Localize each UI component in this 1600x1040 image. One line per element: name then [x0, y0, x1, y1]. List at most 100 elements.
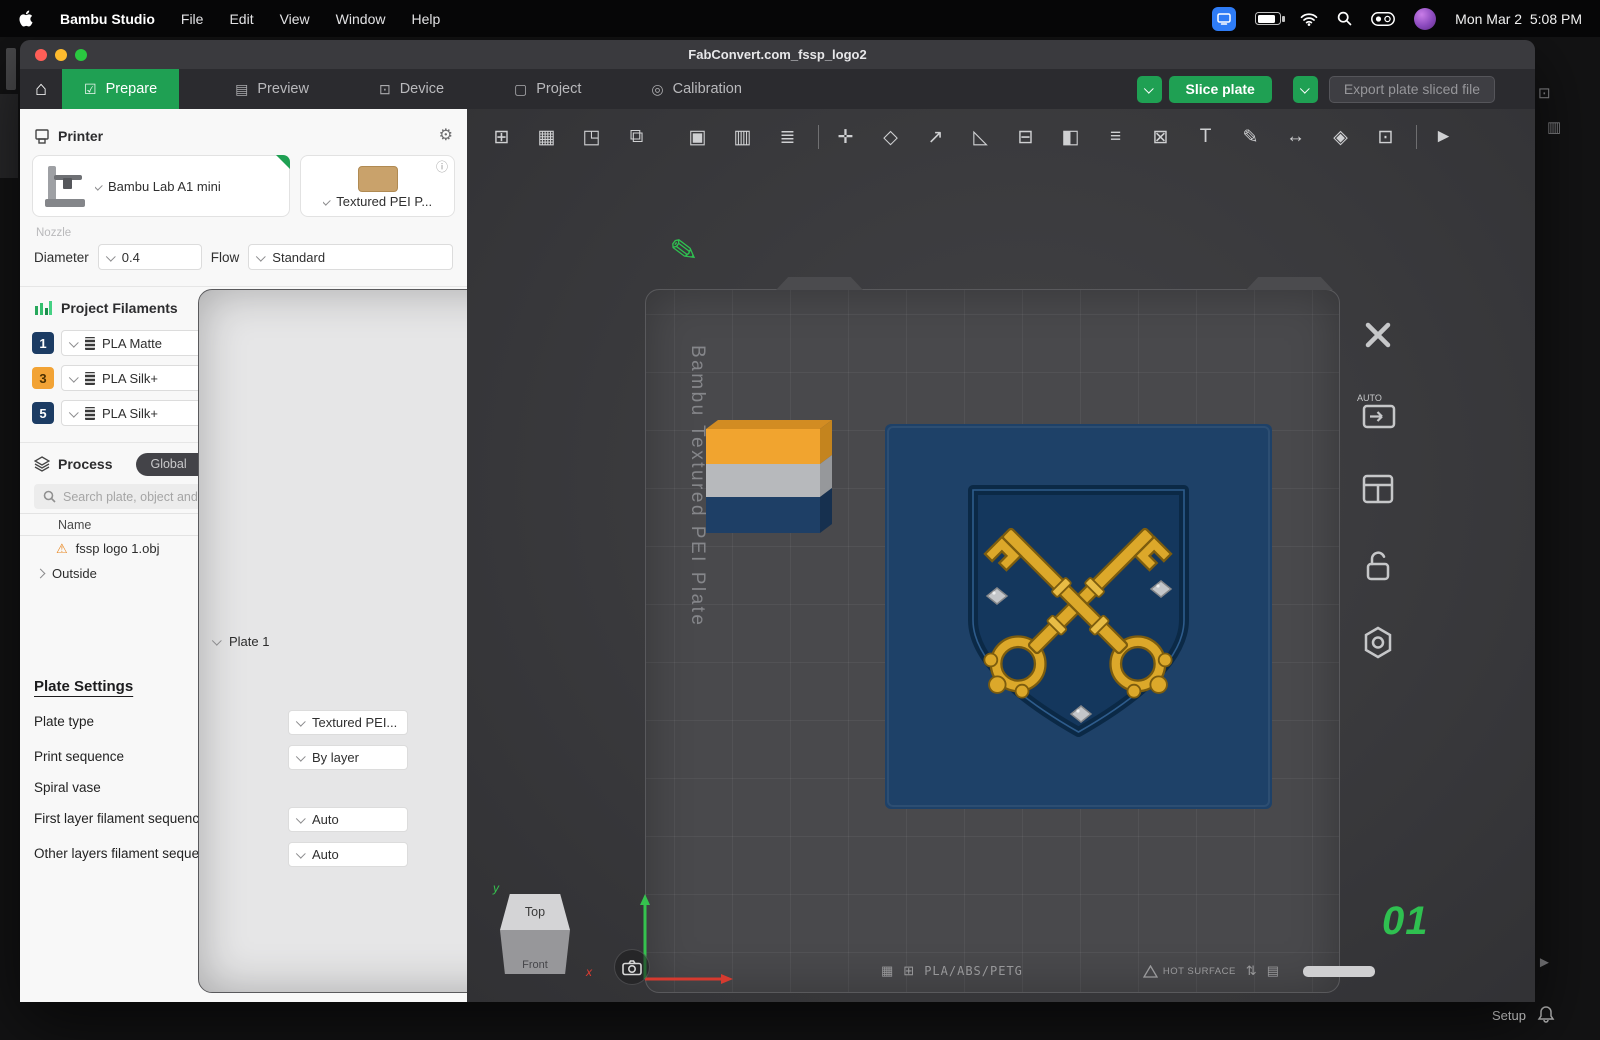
chevron-down-icon: [295, 848, 306, 859]
lock-plate-button[interactable]: [1352, 540, 1404, 592]
search-icon: [43, 490, 56, 503]
control-center-icon[interactable]: [1371, 11, 1396, 26]
text-tool-icon[interactable]: T: [1189, 121, 1222, 154]
home-icon: ⌂: [34, 77, 48, 100]
plate-type-select[interactable]: Textured PEI...: [288, 710, 408, 735]
variable-layer-icon[interactable]: ≡: [1099, 121, 1132, 154]
print-sequence-select[interactable]: By layer: [288, 745, 408, 770]
menubar-app-name[interactable]: Bambu Studio: [60, 11, 155, 27]
window-titlebar[interactable]: FabConvert.com_fssp_logo2: [20, 40, 1535, 69]
view-cube-gizmo[interactable]: Top Front: [500, 894, 570, 974]
measure-tool-icon[interactable]: ↔: [1279, 121, 1312, 154]
spotlight-search-icon[interactable]: [1337, 11, 1352, 26]
scale-tool-icon[interactable]: ↗: [919, 121, 952, 154]
home-button[interactable]: ⌂: [20, 69, 62, 109]
add-model-icon[interactable]: ⊞: [485, 121, 518, 154]
plate-list-icon[interactable]: ▤: [1267, 963, 1279, 979]
printer-select-card[interactable]: Bambu Lab A1 mini: [32, 155, 291, 217]
filament-select-3[interactable]: PLA Silk+: [61, 365, 212, 391]
export-sliced-file-button[interactable]: Export plate sliced file: [1328, 75, 1495, 103]
zoom-window-button[interactable]: [75, 48, 87, 61]
shield-logo-model[interactable]: [885, 424, 1272, 809]
first-layer-sequence-select[interactable]: Auto: [288, 806, 408, 832]
striped-model[interactable]: [706, 420, 832, 533]
viewport-3d[interactable]: ⊞ ▦ ◳ ⧉ ▣ ▥ ≣ ✛ ◇ ↗ ◺ ⊟ ◧ ≡ ⊠ T ✎ ↔ ◈ ⊡ …: [467, 109, 1535, 1002]
user-avatar[interactable]: [1414, 7, 1437, 30]
arrange-plate-icon[interactable]: ▦: [530, 121, 563, 154]
warning-triangle-icon: [1142, 964, 1158, 978]
plate-handle[interactable]: [1303, 965, 1375, 977]
other-layers-sequence-select[interactable]: Auto: [288, 841, 408, 867]
paste-object-icon[interactable]: ▥: [726, 121, 759, 154]
screen-sharing-icon[interactable]: [1212, 6, 1237, 31]
view-cube-top-label: Top: [524, 905, 546, 919]
delete-all-button[interactable]: [1352, 309, 1404, 361]
background-setup-label: Setup: [1492, 1008, 1526, 1023]
paint-tool-icon[interactable]: ✎: [1234, 121, 1267, 154]
rotate-tool-icon[interactable]: ◇: [874, 121, 907, 154]
assembly-tool-icon[interactable]: ⊡: [1369, 121, 1402, 154]
tab-device[interactable]: ⊡ Device: [357, 69, 466, 109]
menu-file[interactable]: File: [181, 11, 204, 27]
slice-dropdown-button[interactable]: [1136, 75, 1162, 103]
copy-object-icon[interactable]: ▣: [681, 121, 714, 154]
segment-global[interactable]: Global: [138, 455, 198, 474]
menu-view[interactable]: View: [280, 11, 310, 27]
nozzle-diameter-select[interactable]: 0.4: [97, 244, 202, 270]
menubar-clock[interactable]: Mon Mar 2 5:08 PM: [1455, 11, 1582, 27]
place-on-face-icon[interactable]: ◺: [964, 121, 997, 154]
plate-row-label: Plate 1: [229, 633, 270, 649]
minimize-window-button[interactable]: [55, 48, 67, 61]
apple-logo-icon[interactable]: [18, 10, 34, 27]
axis-x-label: x: [586, 965, 592, 979]
lift-plate-icon[interactable]: ⇅: [1246, 963, 1257, 979]
tab-prepare[interactable]: ☑ Prepare: [62, 69, 180, 109]
plate-settings-button[interactable]: [1352, 617, 1404, 669]
viewport-toolbar: ⊞ ▦ ◳ ⧉ ▣ ▥ ≣ ✛ ◇ ↗ ◺ ⊟ ◧ ≡ ⊠ T ✎ ↔ ◈ ⊡ …: [485, 117, 1472, 157]
slice-plate-button[interactable]: Slice plate: [1168, 75, 1272, 103]
menu-window[interactable]: Window: [336, 11, 386, 27]
object-list-icon[interactable]: ≣: [771, 121, 804, 154]
info-icon[interactable]: ⓘ: [436, 158, 448, 175]
menu-edit[interactable]: Edit: [229, 11, 253, 27]
tab-preview[interactable]: ▤ Preview: [213, 69, 331, 109]
split-objects-icon[interactable]: ◧: [1054, 121, 1087, 154]
panel-icon[interactable]: ▥: [1547, 118, 1561, 136]
flow-select[interactable]: Standard: [248, 244, 453, 270]
tab-project[interactable]: ▢ Project: [492, 69, 603, 109]
move-tool-icon[interactable]: ✛: [829, 121, 862, 154]
export-dropdown-button[interactable]: [1292, 75, 1318, 103]
battery-icon[interactable]: [1255, 12, 1285, 25]
split-plate-icon[interactable]: ⧉: [620, 121, 653, 154]
view-cube-top-face[interactable]: Top: [500, 894, 570, 930]
close-window-button[interactable]: [35, 48, 47, 61]
collapse-arrow-icon[interactable]: ►: [1537, 954, 1552, 971]
warning-icon: ⚠: [56, 540, 68, 556]
auto-orient-icon[interactable]: ◳: [575, 121, 608, 154]
plugin-arrow-icon[interactable]: ►: [1427, 121, 1460, 154]
fullscreen-icon[interactable]: ⊡: [1538, 84, 1551, 102]
printer-settings-gear-icon[interactable]: ⚙: [439, 128, 453, 144]
toolbar-separator: [1416, 125, 1417, 149]
auto-arrange-button[interactable]: AUTO: [1352, 386, 1404, 438]
filament-select-1[interactable]: PLA Matte: [61, 330, 212, 356]
plate-material-label: PLA/ABS/PETG: [924, 964, 1023, 978]
plate-marker-icon[interactable]: ⊞: [903, 963, 914, 979]
tab-calibration[interactable]: ◎ Calibration: [629, 69, 764, 109]
filament-spool-icon: [85, 336, 95, 350]
notification-bell-icon[interactable]: [1537, 1005, 1555, 1028]
wifi-icon[interactable]: [1300, 12, 1318, 26]
mesh-edit-icon[interactable]: ⊠: [1144, 121, 1177, 154]
plate-type-icon[interactable]: ▦: [881, 963, 893, 979]
plate-select-card[interactable]: ⓘ Textured PEI P...: [300, 155, 455, 217]
edit-plate-name-icon[interactable]: ✎: [667, 229, 701, 271]
chevron-down-icon: [256, 251, 267, 262]
seam-tool-icon[interactable]: ◈: [1324, 121, 1357, 154]
view-cube-front-face[interactable]: Front: [500, 930, 570, 974]
menu-help[interactable]: Help: [411, 11, 440, 27]
plate-layout-button[interactable]: [1352, 463, 1404, 515]
camera-view-button[interactable]: [614, 949, 650, 985]
bambu-studio-window: FabConvert.com_fssp_logo2 ⌂ ☑ Prepare ▤ Pr…: [20, 40, 1535, 1002]
filament-select-5[interactable]: PLA Silk+: [61, 400, 212, 426]
cut-tool-icon[interactable]: ⊟: [1009, 121, 1042, 154]
